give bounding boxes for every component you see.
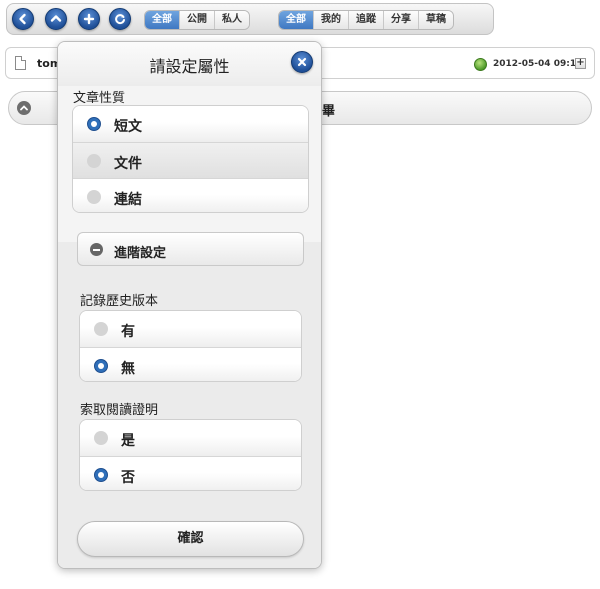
tab-private[interactable]: 私人	[214, 11, 249, 29]
minus-icon	[90, 243, 103, 256]
radio-unselected[interactable]	[87, 190, 101, 204]
top-toolbar: 全部 公開 私人 全部 我的 追蹤 分享 草稿	[6, 3, 494, 35]
plus-icon	[83, 13, 95, 25]
option-label: 文件	[114, 156, 142, 172]
add-button[interactable]	[78, 8, 100, 30]
chevron-left-icon	[19, 13, 26, 25]
radio-unselected[interactable]	[94, 431, 108, 445]
option-label: 無	[121, 361, 135, 377]
article-type-label: 文章性質	[73, 91, 126, 106]
tab-all-visibility[interactable]: 全部	[145, 11, 179, 29]
radio-selected[interactable]	[87, 117, 101, 131]
tab-drafts[interactable]: 草稿	[418, 11, 453, 29]
read-receipt-option-yes[interactable]: 是	[80, 420, 301, 456]
refresh-button[interactable]	[109, 8, 131, 30]
visibility-tabs: 全部 公開 私人	[144, 10, 250, 30]
history-option-yes[interactable]: 有	[80, 311, 301, 347]
advanced-settings-label: 進階設定	[114, 246, 167, 261]
tab-shared[interactable]: 分享	[383, 11, 418, 29]
radio-selected[interactable]	[94, 359, 108, 373]
tab-mine[interactable]: 我的	[313, 11, 348, 29]
radio-unselected[interactable]	[87, 154, 101, 168]
dialog-header: 請設定屬性	[58, 42, 321, 86]
article-type-option-short[interactable]: 短文	[73, 106, 308, 142]
advanced-settings-button[interactable]: 進階設定	[77, 232, 304, 266]
collapsed-row-text: 畢	[322, 104, 336, 119]
close-icon	[297, 57, 307, 67]
history-option-no[interactable]: 無	[80, 347, 301, 381]
confirm-button[interactable]: 確認	[77, 521, 304, 557]
history-group: 有 無	[79, 310, 302, 382]
expand-plus-icon[interactable]: +	[575, 58, 586, 69]
document-icon	[15, 56, 26, 70]
dialog-title: 請設定屬性	[149, 57, 230, 76]
article-type-option-link[interactable]: 連結	[73, 178, 308, 212]
category-tabs: 全部 我的 追蹤 分享 草稿	[278, 10, 454, 30]
tab-public[interactable]: 公開	[179, 11, 214, 29]
option-label: 是	[121, 433, 135, 449]
radio-unselected[interactable]	[94, 322, 108, 336]
tab-all-category[interactable]: 全部	[279, 11, 313, 29]
chevron-up-icon[interactable]	[17, 101, 31, 115]
read-receipt-group: 是 否	[79, 419, 302, 491]
option-label: 有	[121, 324, 135, 340]
properties-dialog: 請設定屬性 文章性質 短文 文件 連結 進階設定 記錄歷史版本 有 無 索取閱讀…	[57, 41, 322, 569]
read-receipt-label: 索取閱讀證明	[80, 403, 159, 418]
option-label: 短文	[114, 119, 142, 135]
article-type-group: 短文 文件 連結	[72, 105, 309, 213]
radio-selected[interactable]	[94, 468, 108, 482]
post-datetime: 2012-05-04 09:15	[493, 59, 583, 69]
refresh-icon	[115, 14, 125, 25]
article-type-option-document[interactable]: 文件	[73, 142, 308, 178]
globe-icon	[474, 58, 487, 71]
option-label: 否	[121, 470, 135, 486]
chevron-up-icon	[50, 15, 62, 22]
back-button[interactable]	[12, 8, 34, 30]
tab-following[interactable]: 追蹤	[348, 11, 383, 29]
option-label: 連結	[114, 192, 142, 208]
history-label: 記錄歷史版本	[80, 294, 159, 309]
close-button[interactable]	[291, 51, 313, 73]
up-button[interactable]	[45, 8, 67, 30]
read-receipt-option-no[interactable]: 否	[80, 456, 301, 490]
